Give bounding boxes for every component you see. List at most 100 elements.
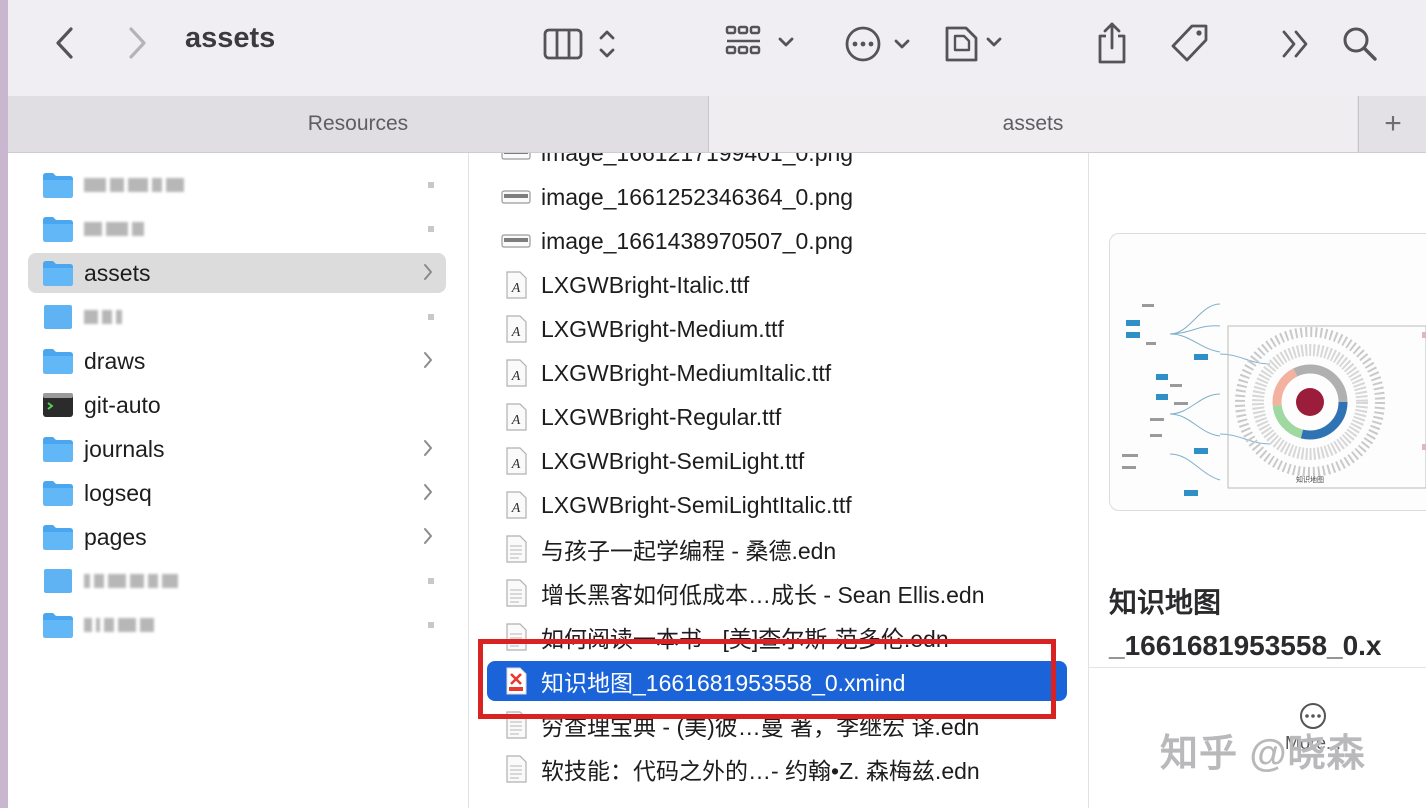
font-file-icon: A (506, 403, 527, 431)
redacted-label (84, 618, 154, 632)
font-file-icon: A (501, 358, 531, 388)
sidebar-item[interactable]: pages (28, 517, 446, 557)
folder-icon (43, 437, 73, 462)
disclosure-chevron (422, 350, 434, 375)
folder-icon (42, 347, 74, 375)
file-row[interactable]: image_1661217199401_0.png (487, 153, 1067, 173)
chevron-right-icon (129, 27, 146, 59)
highlight-annotation-box (478, 639, 1056, 719)
file-name: 增长黑客如何低成本…成长 - Sean Ellis.edn (541, 582, 985, 608)
folder-icon (42, 259, 74, 287)
document-icon (506, 755, 527, 783)
search-button[interactable] (1340, 24, 1380, 64)
redacted-label (84, 310, 122, 324)
file-icon (42, 567, 74, 595)
folder-icon (43, 173, 73, 198)
sidebar-item[interactable] (28, 605, 446, 645)
font-file-icon: A (506, 447, 527, 475)
forward-button[interactable] (120, 26, 154, 60)
sidebar-item[interactable]: assets (28, 253, 446, 293)
chevron-right-icon (424, 528, 432, 544)
file-row[interactable]: A LXGWBright-MediumItalic.ttf (487, 353, 1067, 393)
file-row[interactable]: 增长黑客如何低成本…成长 - Sean Ellis.edn (487, 573, 1067, 613)
preview-thumbnail[interactable]: 知识地图 (1109, 233, 1426, 511)
font-file-icon: A (506, 315, 527, 343)
file-row[interactable]: 软技能：代码之外的…- 约翰•Z. 森梅兹.edn (487, 749, 1067, 789)
file-row[interactable]: image_1661252346364_0.png (487, 177, 1067, 217)
preview-pane: 知识地图 知识地图 _1661681953558_0.x More... (1089, 153, 1426, 808)
image-file-icon (501, 234, 531, 248)
font-file-icon: A (501, 402, 531, 432)
sidebar-item-label: pages (84, 523, 147, 550)
sidebar-item[interactable] (28, 165, 446, 205)
image-file-icon (501, 226, 531, 256)
tags-button[interactable] (1170, 22, 1212, 66)
chevron-left-icon (56, 27, 73, 59)
sidebar-item[interactable]: logseq (28, 473, 446, 513)
file-name: LXGWBright-SemiLight.ttf (541, 447, 805, 474)
status-dot (428, 622, 434, 628)
file-name: LXGWBright-Medium.ttf (541, 315, 784, 342)
more-toolbar-button[interactable] (1278, 26, 1314, 62)
file-row[interactable]: A LXGWBright-SemiLight.ttf (487, 441, 1067, 481)
group-button[interactable] (724, 22, 800, 66)
folder-icon (42, 171, 74, 199)
ellipsis-circle-icon (845, 26, 910, 62)
file-icon (42, 303, 74, 331)
disclosure-chevron (422, 526, 434, 551)
chevron-right-icon (424, 352, 432, 368)
sidebar-item-label: logseq (84, 479, 152, 506)
folder-icon (42, 611, 74, 639)
back-button[interactable] (48, 26, 82, 60)
font-file-icon: A (506, 491, 527, 519)
sidebar-item[interactable]: journals (28, 429, 446, 469)
view-mode-button[interactable] (542, 24, 632, 64)
action-button[interactable] (844, 22, 918, 66)
sidebar-item-label: assets (84, 259, 151, 286)
sidebar-item[interactable] (28, 561, 446, 601)
sidebar-item[interactable] (28, 209, 446, 249)
sidebar-item[interactable]: draws (28, 341, 446, 381)
file-icon (44, 305, 72, 329)
file-row[interactable]: A LXGWBright-Italic.ttf (487, 265, 1067, 305)
quick-actions-button[interactable] (942, 22, 1012, 66)
mindmap-thumbnail-image: 知识地图 (1122, 303, 1426, 496)
image-file-icon (501, 153, 531, 168)
chevron-right-icon (424, 440, 432, 456)
folder-icon (43, 481, 73, 506)
font-file-icon: A (501, 446, 531, 476)
folder-icon (42, 523, 74, 551)
share-button[interactable] (1094, 20, 1130, 66)
file-row[interactable]: A LXGWBright-SemiLightItalic.ttf (487, 485, 1067, 525)
file-name: 与孩子一起学编程 - 桑德.edn (541, 538, 837, 564)
sidebar-item-label: git-auto (84, 391, 161, 418)
file-row[interactable]: 与孩子一起学编程 - 桑德.edn (487, 529, 1067, 569)
finder-window: assets Resources assets + assets draws g… (8, 0, 1426, 808)
terminal-icon (42, 391, 74, 419)
chevron-right-icon (424, 484, 432, 500)
terminal-icon (43, 393, 73, 417)
sidebar-item[interactable]: git-auto (28, 385, 446, 425)
folder-icon (43, 613, 73, 638)
svg-text:A: A (511, 369, 521, 384)
redacted-label (84, 178, 184, 192)
file-row[interactable]: image_1661438970507_0.png (487, 221, 1067, 261)
new-tab-button[interactable]: + (1358, 96, 1426, 152)
svg-text:A: A (511, 457, 521, 472)
file-name: LXGWBright-MediumItalic.ttf (541, 359, 832, 386)
sidebar-column[interactable]: assets draws git-auto journals logseq pages (8, 153, 469, 808)
file-row[interactable]: A LXGWBright-Medium.ttf (487, 309, 1067, 349)
tab-assets[interactable]: assets (709, 96, 1357, 152)
file-row[interactable]: A LXGWBright-Regular.ttf (487, 397, 1067, 437)
image-file-icon (501, 182, 531, 212)
font-file-icon: A (501, 490, 531, 520)
sidebar-item[interactable] (28, 297, 446, 337)
file-name: LXGWBright-Regular.ttf (541, 403, 782, 430)
file-list-column[interactable]: image_1661217199401_0.png image_166125234… (469, 153, 1089, 808)
document-icon (501, 534, 531, 564)
document-icon (506, 579, 527, 607)
folder-icon (42, 215, 74, 243)
tab-resources[interactable]: Resources (8, 96, 709, 152)
share-icon (1098, 22, 1126, 64)
tab-label: Resources (307, 112, 409, 135)
